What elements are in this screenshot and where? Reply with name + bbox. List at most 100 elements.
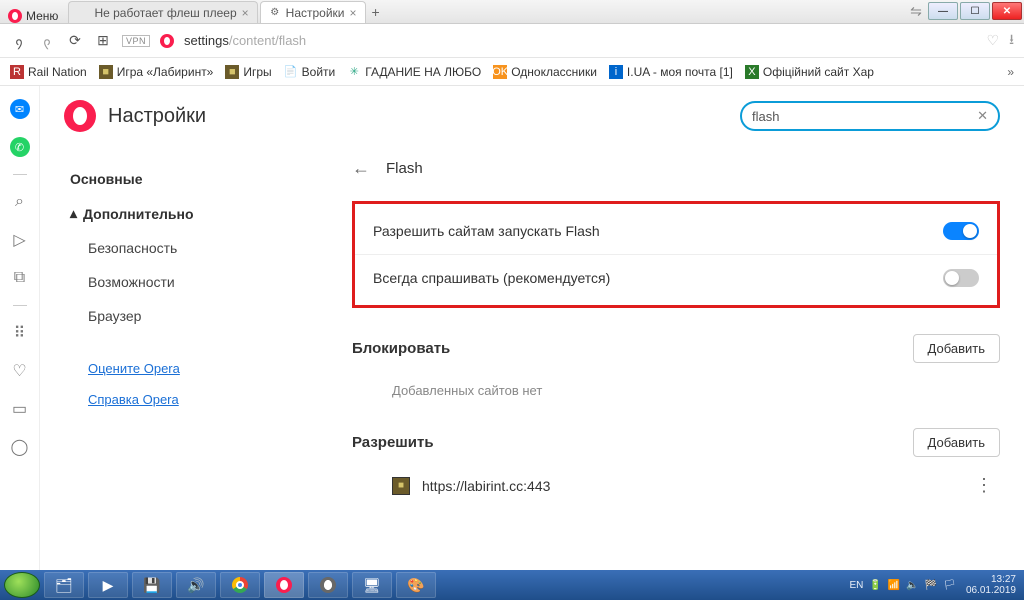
speed-dial-grid-icon[interactable]: ⠿ (9, 322, 31, 344)
bookmark-item[interactable]: iI.UA - моя почта [1] (609, 65, 733, 79)
window-controls: — ☐ ✕ (928, 0, 1024, 23)
bookmark-favicon-icon: Х (745, 65, 759, 79)
tab-label: Не работает флеш плеер (94, 6, 236, 20)
gear-icon: ⚙ (269, 7, 281, 19)
site-url: https://labirint.cc:443 (422, 478, 550, 494)
new-tab-button[interactable]: + (366, 4, 386, 20)
whatsapp-icon[interactable]: ✆ (9, 136, 31, 158)
maximize-button[interactable]: ☐ (960, 2, 990, 20)
sidebar-rail: ✉ ✆ ⌕ ▷ ⧉ ⠿ ♡ ▭ ◯ (0, 86, 40, 570)
vpn-badge[interactable]: VPN (122, 35, 150, 47)
start-button[interactable] (4, 572, 40, 598)
tab-label: Настройки (286, 6, 345, 20)
add-allowed-button[interactable]: Добавить (913, 428, 1000, 457)
back-button[interactable]: ᠀ (10, 29, 28, 53)
minimize-button[interactable]: — (928, 2, 958, 20)
windows-taskbar: 🗂 ▶ 💾 🔊 🖥 🎨 EN 🔋 📶 🔈 🏁 🏳 13:27 06.01.201… (0, 570, 1024, 600)
taskbar-opera[interactable] (264, 572, 304, 598)
allow-flash-row: Разрешить сайтам запускать Flash (355, 208, 997, 254)
taskbar-sound[interactable]: 🔊 (176, 572, 216, 598)
allowed-site-row[interactable]: ■ https://labirint.cc:443 ⋮ (352, 467, 1000, 504)
clear-search-icon[interactable]: ✕ (977, 108, 988, 124)
taskbar-opera-grey[interactable] (308, 572, 348, 598)
settings-nav: Основные ▴ Дополнительно Безопасность Во… (40, 142, 340, 570)
bookmark-item[interactable]: ■Игры (225, 65, 271, 79)
nav-security[interactable]: Безопасность (60, 231, 340, 265)
help-opera-link[interactable]: Справка Opera (60, 382, 340, 413)
always-ask-toggle[interactable] (943, 269, 979, 287)
taskbar-explorer[interactable]: 🗂 (44, 572, 84, 598)
settings-body: Основные ▴ Дополнительно Безопасность Во… (40, 142, 1024, 570)
search-icon[interactable]: ⌕ (9, 191, 31, 213)
settings-search-input[interactable]: flash ✕ (740, 101, 1000, 131)
tray-action-icon[interactable]: 🏳 (943, 580, 956, 591)
rate-opera-link[interactable]: Оцените Opera (60, 351, 340, 382)
tray-battery-icon[interactable]: 🔋 (869, 580, 881, 591)
nav-basic[interactable]: Основные (60, 162, 340, 196)
system-tray: EN 🔋 📶 🔈 🏁 🏳 13:27 06.01.2019 (850, 574, 1020, 596)
bookmark-favicon-icon: ■ (99, 65, 113, 79)
search-value: flash (752, 109, 977, 124)
taskbar-paint[interactable]: 🎨 (396, 572, 436, 598)
opera-menu-button[interactable]: Меню (0, 9, 66, 23)
close-tab-icon[interactable]: × (242, 6, 249, 20)
forward-button[interactable]: ᠀ (38, 29, 56, 53)
bookmark-item[interactable]: 📄Войти (284, 65, 336, 79)
browser-tab[interactable]: Не работает флеш плеер × (68, 1, 257, 23)
tray-flag-icon[interactable]: 🏁 (925, 580, 937, 591)
nav-advanced[interactable]: ▴ Дополнительно (60, 196, 340, 231)
nav-features[interactable]: Возможности (60, 265, 340, 299)
bookmark-item[interactable]: RRail Nation (10, 65, 87, 79)
nav-browser[interactable]: Браузер (60, 299, 340, 333)
taskbar-media[interactable]: ▶ (88, 572, 128, 598)
separator (13, 174, 27, 175)
allow-flash-toggle[interactable] (943, 222, 979, 240)
page-title: Настройки (108, 105, 206, 128)
bookmark-item[interactable]: ■Игра «Лабиринт» (99, 65, 214, 79)
browser-tab-active[interactable]: ⚙ Настройки × (260, 1, 366, 23)
bookmark-item[interactable]: ✳ГАДАНИЕ НА ЛЮБО (347, 65, 481, 79)
add-blocked-button[interactable]: Добавить (913, 334, 1000, 363)
bookmark-item[interactable]: ХОфіційний сайт Хар (745, 65, 874, 79)
setting-label: Разрешить сайтам запускать Flash (373, 223, 600, 239)
bookmark-item[interactable]: OKОдноклассники (493, 65, 597, 79)
close-tab-icon[interactable]: × (350, 6, 357, 20)
personal-news-icon[interactable]: ▷ (9, 229, 31, 251)
messenger-icon[interactable]: ✉ (9, 98, 31, 120)
reload-button[interactable]: ⟳ (66, 32, 84, 49)
settings-header: Настройки flash ✕ (40, 86, 1024, 142)
detail-title: Flash (386, 160, 423, 177)
separator (13, 305, 27, 306)
extensions-icon[interactable]: ◯ (9, 436, 31, 458)
opera-logo-icon (8, 9, 22, 23)
speed-dial-icon[interactable]: ⊞ (94, 32, 112, 49)
settings-detail: ← Flash Разрешить сайтам запускать Flash… (340, 142, 1024, 570)
bookmarks-bar: RRail Nation ■Игра «Лабиринт» ■Игры 📄Вой… (0, 58, 1024, 86)
settings-page: Настройки flash ✕ Основные ▴ Дополнитель… (40, 86, 1024, 570)
taskbar-clock[interactable]: 13:27 06.01.2019 (962, 574, 1020, 596)
taskbar-chrome[interactable] (220, 572, 260, 598)
bookmarks-overflow-icon[interactable]: » (1007, 65, 1014, 79)
tray-volume-icon[interactable]: 🔈 (906, 580, 918, 591)
bookmark-favicon-icon: OK (493, 65, 507, 79)
site-actions-icon[interactable]: ⋮ (975, 475, 994, 496)
back-arrow-icon[interactable]: ← (352, 158, 370, 179)
history-icon[interactable]: ▭ (9, 398, 31, 420)
site-identity-icon[interactable] (160, 34, 174, 48)
tab-overflow-icon[interactable]: ⇋ (904, 0, 928, 23)
snapshot-icon[interactable]: ⧉ (9, 267, 31, 289)
detail-header: ← Flash (352, 158, 1000, 179)
menu-label: Меню (26, 9, 58, 23)
address-bar: ᠀ ᠀ ⟳ ⊞ VPN settings/content/flash ♡ ⭳ (0, 24, 1024, 58)
bookmark-heart-icon[interactable]: ♡ (987, 32, 1000, 49)
opera-logo-icon (64, 100, 96, 132)
bookmarks-heart-icon[interactable]: ♡ (9, 360, 31, 382)
taskbar-save[interactable]: 💾 (132, 572, 172, 598)
section-title: Разрешить (352, 434, 434, 451)
downloads-icon[interactable]: ⭳ (1009, 29, 1014, 53)
close-window-button[interactable]: ✕ (992, 2, 1022, 20)
language-indicator[interactable]: EN (850, 580, 864, 591)
taskbar-app[interactable]: 🖥 (352, 572, 392, 598)
url-field[interactable]: settings/content/flash (184, 33, 977, 48)
tray-network-icon[interactable]: 📶 (888, 580, 900, 591)
